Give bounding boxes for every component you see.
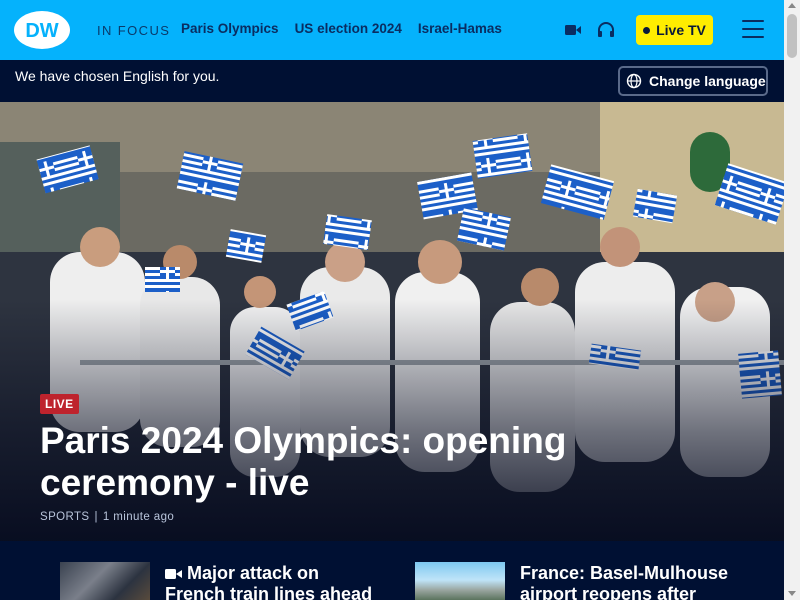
teaser-title-2-line1: France: Basel-Mulhouse: [520, 563, 729, 583]
change-language-button[interactable]: Change language: [618, 66, 768, 96]
teaser-title-1-line1: Major attack on: [187, 563, 320, 583]
live-tv-button[interactable]: Live TV: [636, 15, 713, 45]
teaser-thumbnail-1[interactable]: [60, 562, 150, 600]
language-bar: We have chosen English for you. Change l…: [0, 60, 784, 102]
teaser-title-1-line2: French train lines ahead: [165, 584, 373, 600]
focus-nav: Paris Olympics US election 2024 Israel-H…: [181, 21, 502, 36]
dw-logo-icon: DW: [25, 20, 58, 42]
teaser-title-1[interactable]: Major attack on French train lines ahead: [165, 563, 372, 600]
video-camera-icon: [165, 569, 182, 580]
teaser-thumbnail-2[interactable]: [415, 562, 505, 600]
live-dot-icon: [643, 26, 651, 34]
dw-logo[interactable]: DW: [14, 11, 70, 49]
teaser-row: Major attack on French train lines ahead…: [0, 541, 784, 600]
nav-link-israel-hamas[interactable]: Israel-Hamas: [418, 21, 502, 36]
teaser-title-2-line2: airport reopens after: [520, 584, 697, 600]
site-header: DW IN FOCUS Paris Olympics US election 2…: [0, 0, 784, 60]
hero-article[interactable]: LIVE Paris 2024 Olympics: opening ceremo…: [0, 102, 784, 541]
meta-separator: |: [94, 511, 98, 523]
scroll-down-arrow-icon[interactable]: [788, 591, 796, 596]
svg-text:DW: DW: [25, 20, 58, 42]
hero-headline[interactable]: Paris 2024 Olympics: opening ceremony - …: [40, 420, 750, 504]
hero-meta: SPORTS | 1 minute ago: [40, 511, 174, 523]
headphones-icon[interactable]: [596, 20, 616, 40]
scroll-thumb[interactable]: [787, 14, 797, 58]
language-message: We have chosen English for you.: [15, 68, 220, 84]
hamburger-menu-icon[interactable]: [742, 20, 764, 38]
page-scrollbar[interactable]: [784, 0, 800, 600]
scroll-up-arrow-icon[interactable]: [788, 3, 796, 8]
nav-link-us-election[interactable]: US election 2024: [295, 21, 402, 36]
change-language-label: Change language: [649, 73, 766, 89]
hero-timestamp: 1 minute ago: [102, 511, 175, 523]
video-camera-icon[interactable]: [563, 20, 583, 40]
nav-link-paris-olympics[interactable]: Paris Olympics: [181, 21, 279, 36]
teaser-title-2[interactable]: France: Basel-Mulhouse airport reopens a…: [520, 563, 728, 600]
in-focus-label: IN FOCUS: [97, 23, 171, 38]
live-badge: LIVE: [40, 394, 79, 414]
live-tv-label: Live TV: [656, 22, 706, 38]
globe-icon: [626, 73, 642, 89]
hero-category[interactable]: SPORTS: [40, 511, 89, 523]
